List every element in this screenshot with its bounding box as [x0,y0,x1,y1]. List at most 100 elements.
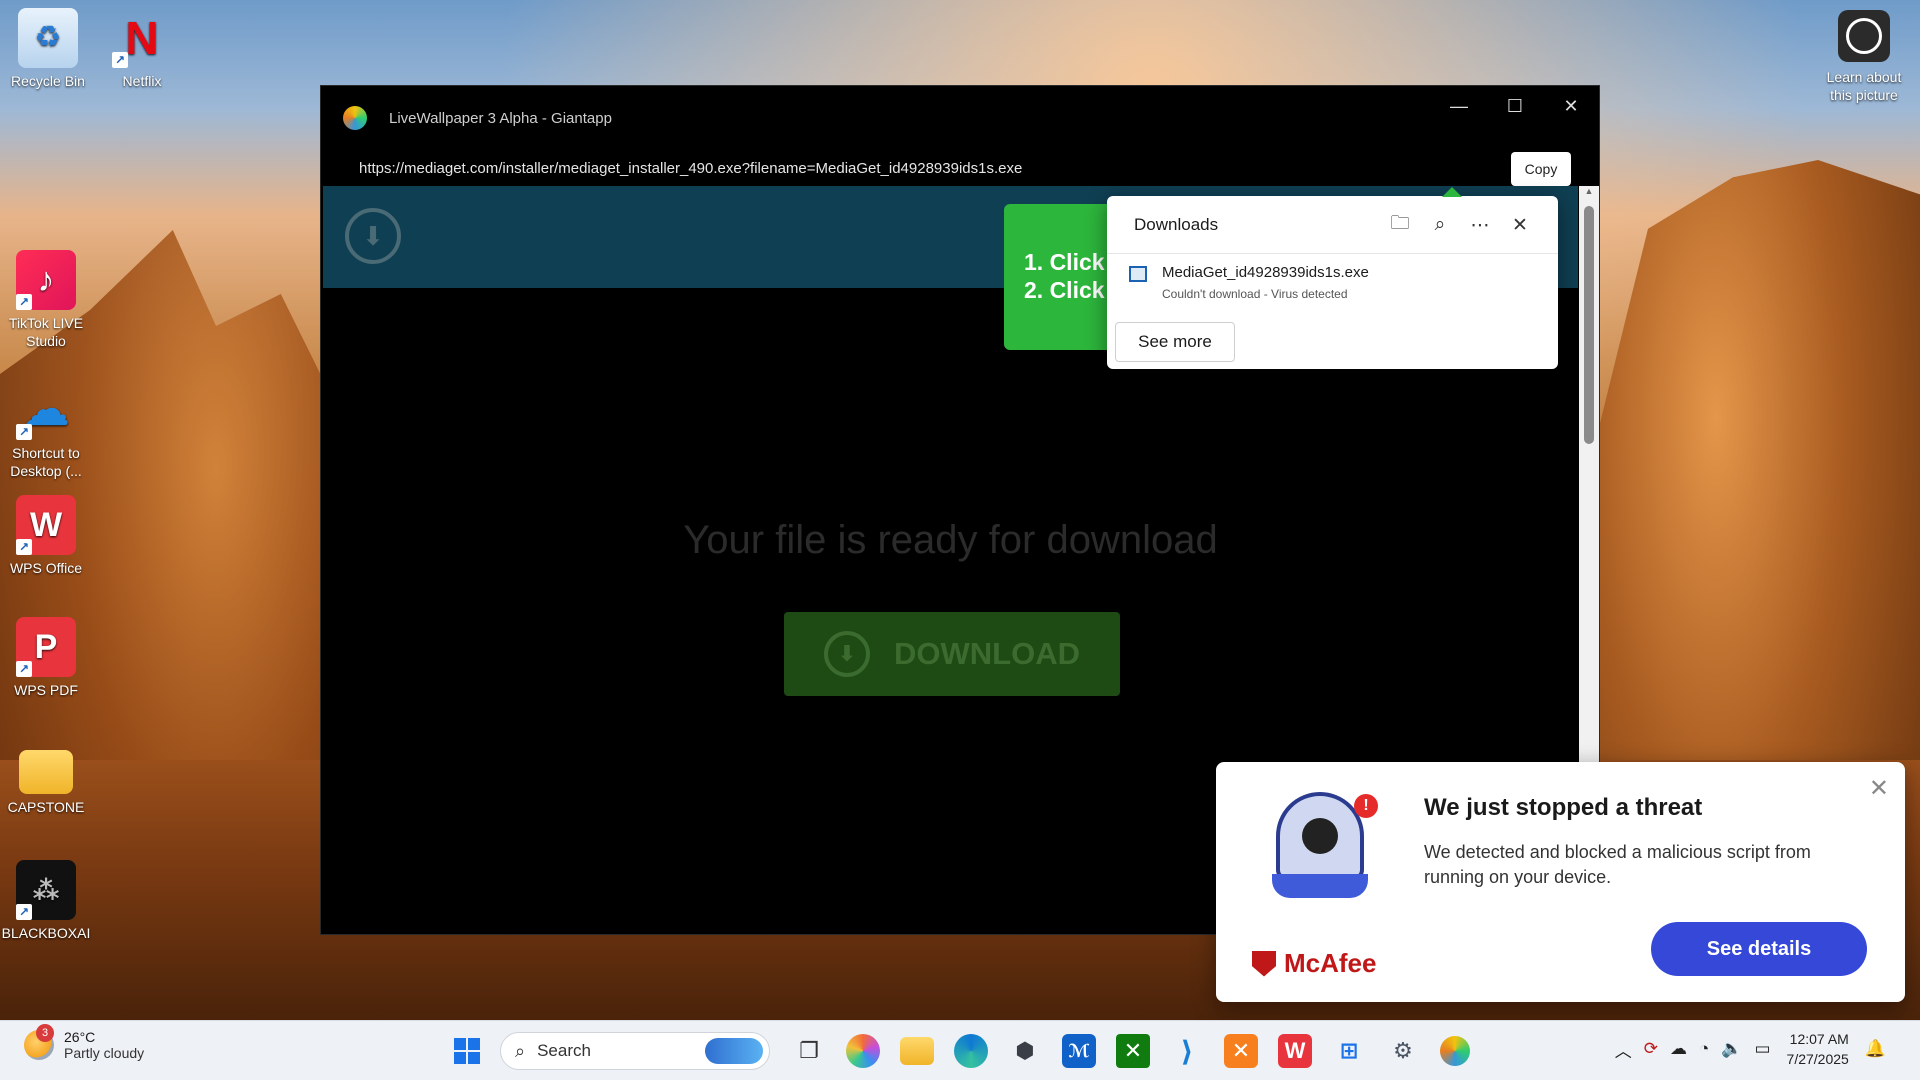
weather-badge: 3 [36,1024,54,1042]
wps-office-icon[interactable]: W [1278,1034,1312,1068]
learn-about-label: Learn about this picture [1826,69,1902,103]
mcafee-brand-name: McAfee [1284,948,1377,978]
xbox-icon[interactable]: ✕ [1116,1034,1150,1068]
show-hidden-icons-chevron-icon[interactable]: ︿ [1615,1037,1632,1062]
search-placeholder: Search [537,1041,591,1060]
notification-bell-icon[interactable]: 🔔 [1865,1039,1886,1059]
see-more-button[interactable]: See more [1115,322,1235,362]
window-title: LiveWallpaper 3 Alpha - Giantapp [389,109,612,127]
desktop-icon-blackboxai[interactable]: ⁂ ↗ BLACKBOXAI [0,860,92,942]
desktop-icon-wps-office[interactable]: W ↗ WPS Office [0,495,92,577]
download-file-name: MediaGet_id4928939ids1s.exe [1162,264,1369,281]
desktop-icon-label: Recycle Bin [11,73,85,89]
shortcut-arrow-icon: ↗ [16,539,32,555]
copy-button[interactable]: Copy [1511,152,1571,186]
search-icon[interactable]: ⌕ [1420,212,1460,238]
download-logo-icon: ⬇ [345,208,401,264]
file-icon [1129,266,1147,282]
taskbar-apps: ⌕ Search ❐ ⬢ ℳ ✕ ⟩ ✕ W ⊞ ⚙ [440,1029,1480,1073]
close-icon[interactable]: ✕ [1500,212,1540,238]
learn-about-picture[interactable]: Learn about this picture [1818,10,1910,104]
wifi-icon[interactable]: ◔ [1699,1039,1709,1059]
desktop-icon-label: CAPSTONE [7,799,85,815]
start-button[interactable] [445,1029,489,1073]
desktop-icon-tiktok-live-studio[interactable]: ♪ ↗ TikTok LIVE Studio [0,250,92,350]
desktop-icon-label: WPS Office [9,560,83,576]
copilot-icon[interactable] [846,1034,880,1068]
minimize-button[interactable]: — [1431,86,1487,126]
desktop-icon-recycle-bin[interactable]: ♻ Recycle Bin [2,8,94,90]
livewallpaper-app-icon [343,106,367,130]
close-button[interactable]: ✕ [1543,86,1599,126]
xampp-icon[interactable]: ✕ [1224,1034,1258,1068]
mcafee-logo: McAfee [1252,948,1376,979]
recycle-bin-icon: ♻ [18,8,78,68]
downloads-toolbar: 🗀 ⌕ ⋯ ✕ [1380,212,1540,238]
close-icon[interactable]: ✕ [1869,774,1889,803]
shortcut-arrow-icon: ↗ [16,661,32,677]
mcafee-threat-notification: ✕ ! We just stopped a threat We detected… [1216,762,1905,1002]
livewallpaper-taskbar-icon[interactable] [1440,1036,1470,1066]
alert-badge: ! [1354,794,1378,818]
shortcut-arrow-icon: ↗ [16,904,32,920]
ready-heading: Your file is ready for download [683,518,1218,562]
search-icon: ⌕ [515,1040,526,1061]
clock-date: 7/27/2025 [1786,1051,1849,1067]
see-details-button[interactable]: See details [1651,922,1867,976]
weather-widget[interactable]: 3 26°C Partly cloudy [24,1024,145,1061]
weather-condition: Partly cloudy [64,1045,145,1061]
vscode-icon[interactable]: ⟩ [1165,1029,1209,1073]
clock-time: 12:07 AM [1789,1031,1849,1047]
download-item[interactable]: MediaGet_id4928939ids1s.exe Couldn't dow… [1107,254,1558,301]
download-button[interactable]: ⬇ DOWNLOAD [784,612,1120,696]
threat-body: We detected and blocked a malicious scri… [1424,842,1811,887]
desktop-icon-label: TikTok LIVE Studio [8,315,84,349]
desktop-icon-label: Netflix [122,73,162,89]
microsoft-store-icon[interactable]: ⊞ [1327,1029,1371,1073]
search-highlight-icon [705,1038,763,1064]
desktop-icon-capstone[interactable]: CAPSTONE [0,740,92,816]
scrollbar-thumb[interactable] [1584,206,1594,444]
cloud-offline-icon[interactable]: ☁ [1670,1039,1687,1059]
settings-gear-icon[interactable]: ⚙ [1381,1029,1425,1073]
blackboxai-icon: ⁂ ↗ [16,860,76,920]
desktop-icon-label: WPS PDF [14,682,78,698]
desktop-icon-netflix[interactable]: N ↗ Netflix [96,8,188,90]
onedrive-cloud-icon: ☁ ↗ [16,380,76,440]
task-view-icon[interactable]: ❐ [787,1029,831,1073]
shortcut-arrow-icon: ↗ [16,294,32,310]
volume-icon[interactable]: 🔈 [1721,1039,1742,1059]
file-explorer-icon[interactable] [900,1037,934,1065]
battery-icon[interactable]: ▭ [1754,1039,1770,1059]
wps-office-icon: W ↗ [16,495,76,555]
shortcut-arrow-icon: ↗ [112,52,128,68]
system-tray: ︿ ⟳ ☁ ◔ 🔈 ▭ 12:07 AM 7/27/2025 🔔 [1609,1029,1892,1069]
desktop-icon-label: BLACKBOXAI [1,925,91,941]
window-titlebar: LiveWallpaper 3 Alpha - Giantapp [321,86,1599,150]
vertical-scrollbar[interactable]: ▲ [1579,186,1599,764]
click-instructions-banner[interactable]: 1. Click 2. Click [1004,204,1124,350]
dome-base [1272,874,1368,898]
flyout-caret [1442,187,1462,197]
window-controls: — ☐ ✕ [1431,86,1599,126]
netflix-icon: N ↗ [112,8,172,68]
shortcut-arrow-icon: ↗ [16,424,32,440]
desktop-icon-wps-pdf[interactable]: P ↗ WPS PDF [0,617,92,699]
edge-icon[interactable] [954,1034,988,1068]
mcafee-shield-icon [1252,950,1276,977]
taskbar: 3 26°C Partly cloudy ⌕ Search ❐ ⬢ ℳ ✕ ⟩ … [0,1020,1920,1080]
bug-icon [1302,818,1338,854]
desktop-icon-shortcut-to-desktop[interactable]: ☁ ↗ Shortcut to Desktop (... [0,380,92,480]
open-folder-icon[interactable]: 🗀 [1380,212,1420,238]
more-options-icon[interactable]: ⋯ [1460,212,1500,238]
partly-cloudy-icon: 3 [24,1024,54,1060]
taskbar-search[interactable]: ⌕ Search [500,1032,770,1070]
sync-icon[interactable]: ⟳ [1644,1039,1658,1059]
maximize-button[interactable]: ☐ [1487,86,1543,126]
cube-app-icon[interactable]: ⬢ [1003,1029,1047,1073]
microsoft-app-icon[interactable]: ℳ [1062,1034,1096,1068]
url-text: https://mediaget.com/installer/mediaget_… [359,159,1023,177]
camera-lens-icon [1838,10,1890,62]
scroll-up-arrow-icon[interactable]: ▲ [1579,186,1599,202]
clock[interactable]: 12:07 AM 7/27/2025 [1787,1029,1849,1069]
